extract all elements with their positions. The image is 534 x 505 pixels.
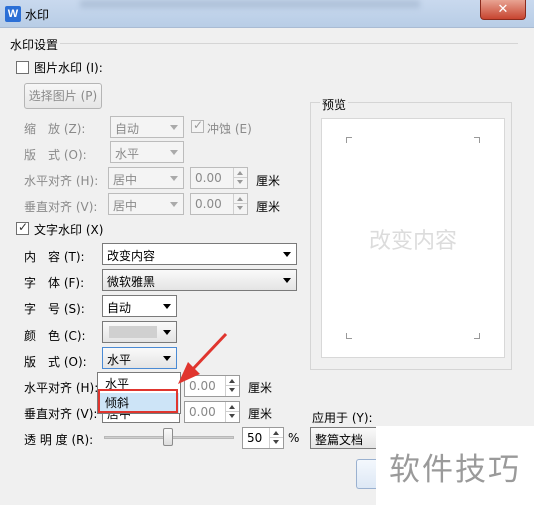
preview-page: 改变内容 xyxy=(321,118,505,358)
corner-mark xyxy=(346,333,352,339)
title-bar: W 水印 ✕ xyxy=(0,0,534,28)
apply-to-label: 应用于 (Y): xyxy=(312,411,373,425)
spin-down-icon[interactable] xyxy=(233,178,247,188)
color-swatch xyxy=(109,326,157,338)
corner-mark xyxy=(474,333,480,339)
chevron-down-icon xyxy=(170,202,178,207)
spin-down-icon[interactable] xyxy=(225,386,239,396)
spin-up-icon[interactable] xyxy=(233,168,247,178)
size-label: 字 号 (S): xyxy=(24,302,85,316)
site-watermark-text: 软件技巧 xyxy=(389,452,521,488)
content-label: 内 容 (T): xyxy=(24,250,85,264)
picture-v-align-value: 居中 xyxy=(113,199,138,213)
text-v-unit: 厘米 xyxy=(248,407,273,421)
picture-h-offset-value: 0.00 xyxy=(195,171,222,185)
close-button[interactable]: ✕ xyxy=(480,0,526,20)
corner-mark xyxy=(346,137,352,143)
dropdown-option-horizontal[interactable]: 水平 xyxy=(99,374,179,394)
chevron-down-icon xyxy=(163,330,171,335)
blurred-titlebar-region xyxy=(80,0,420,8)
picture-layout-select[interactable]: 水平 xyxy=(110,141,184,163)
spin-down-icon[interactable] xyxy=(233,204,247,214)
picture-v-offset-spinner[interactable]: 0.00 xyxy=(190,193,248,215)
picture-v-align-select[interactable]: 居中 xyxy=(108,193,184,215)
size-select[interactable]: 自动 xyxy=(102,295,177,317)
scale-label: 缩 放 (Z): xyxy=(24,122,86,136)
washout-checkbox[interactable] xyxy=(191,118,204,133)
text-watermark-checkbox[interactable] xyxy=(16,220,29,235)
transparency-value: 50 xyxy=(247,431,263,445)
apply-to-value: 整篇文档 xyxy=(315,433,364,447)
font-select[interactable]: 微软雅黑 xyxy=(102,269,297,291)
transparency-spinner[interactable]: 50 xyxy=(242,427,284,449)
layout-dropdown-list: 水平 倾斜 xyxy=(97,372,181,414)
picture-watermark-label: 图片水印 (I): xyxy=(34,61,103,75)
spin-up-icon[interactable] xyxy=(225,376,239,386)
transparency-slider-thumb[interactable] xyxy=(163,428,173,446)
scale-value: 自动 xyxy=(115,122,140,136)
picture-layout-value: 水平 xyxy=(115,147,140,161)
close-icon: ✕ xyxy=(497,2,509,17)
text-h-offset-spinner[interactable]: 0.00 xyxy=(184,375,240,397)
picture-h-unit: 厘米 xyxy=(256,174,281,188)
spin-up-icon[interactable] xyxy=(225,402,239,412)
text-layout-value: 水平 xyxy=(107,353,132,367)
dropdown-option-diagonal[interactable]: 倾斜 xyxy=(99,393,179,413)
chevron-down-icon xyxy=(163,356,171,361)
corner-mark xyxy=(474,137,480,143)
site-watermark: 软件技巧 xyxy=(376,426,534,505)
picture-v-align-label: 垂直对齐 (V): xyxy=(24,200,98,214)
font-label: 字 体 (F): xyxy=(24,276,85,290)
text-v-offset-value: 0.00 xyxy=(189,405,216,419)
picture-h-offset-spinner[interactable]: 0.00 xyxy=(190,167,248,189)
chevron-down-icon xyxy=(283,278,291,283)
text-layout-select[interactable]: 水平 xyxy=(102,347,177,369)
chevron-down-icon xyxy=(170,150,178,155)
word-app-icon: W xyxy=(5,6,21,22)
spin-up-icon[interactable] xyxy=(269,428,283,438)
spin-down-icon[interactable] xyxy=(225,412,239,422)
preview-watermark-text: 改变内容 xyxy=(368,229,457,254)
text-v-offset-spinner[interactable]: 0.00 xyxy=(184,401,240,423)
text-h-unit: 厘米 xyxy=(248,381,273,395)
font-value: 微软雅黑 xyxy=(107,275,156,289)
group-divider xyxy=(60,43,518,44)
chevron-down-icon xyxy=(170,125,178,130)
window-title: 水印 xyxy=(25,8,50,22)
spin-down-icon[interactable] xyxy=(269,438,283,448)
transparency-unit: % xyxy=(288,431,300,445)
text-v-align-label: 垂直对齐 (V): xyxy=(24,407,98,421)
select-picture-button[interactable]: 选择图片 (P) xyxy=(24,83,102,109)
text-h-align-label: 水平对齐 (H): xyxy=(24,381,99,395)
spin-up-icon[interactable] xyxy=(233,194,247,204)
picture-layout-label: 版 式 (O): xyxy=(24,148,87,162)
picture-v-offset-value: 0.00 xyxy=(195,197,222,211)
picture-watermark-checkbox[interactable] xyxy=(16,61,29,74)
preview-title: 预览 xyxy=(320,96,349,113)
washout-label: 冲蚀 (E) xyxy=(207,122,252,136)
content-value: 改变内容 xyxy=(107,249,156,263)
transparency-label: 透 明 度 (R): xyxy=(24,433,94,447)
picture-h-align-label: 水平对齐 (H): xyxy=(24,174,99,188)
size-value: 自动 xyxy=(107,301,132,315)
color-label: 颜 色 (C): xyxy=(24,329,86,343)
picture-h-align-select[interactable]: 居中 xyxy=(108,167,184,189)
group-title: 水印设置 xyxy=(10,36,63,53)
content-input[interactable]: 改变内容 xyxy=(102,243,297,265)
picture-h-align-value: 居中 xyxy=(113,173,138,187)
chevron-down-icon xyxy=(170,176,178,181)
color-select[interactable] xyxy=(102,321,177,343)
scale-select[interactable]: 自动 xyxy=(110,116,184,138)
text-watermark-label: 文字水印 (X) xyxy=(34,223,104,237)
text-h-offset-value: 0.00 xyxy=(189,379,216,393)
chevron-down-icon xyxy=(163,304,171,309)
picture-v-unit: 厘米 xyxy=(256,200,281,214)
chevron-down-icon xyxy=(283,252,291,257)
text-layout-label: 版 式 (O): xyxy=(24,355,87,369)
